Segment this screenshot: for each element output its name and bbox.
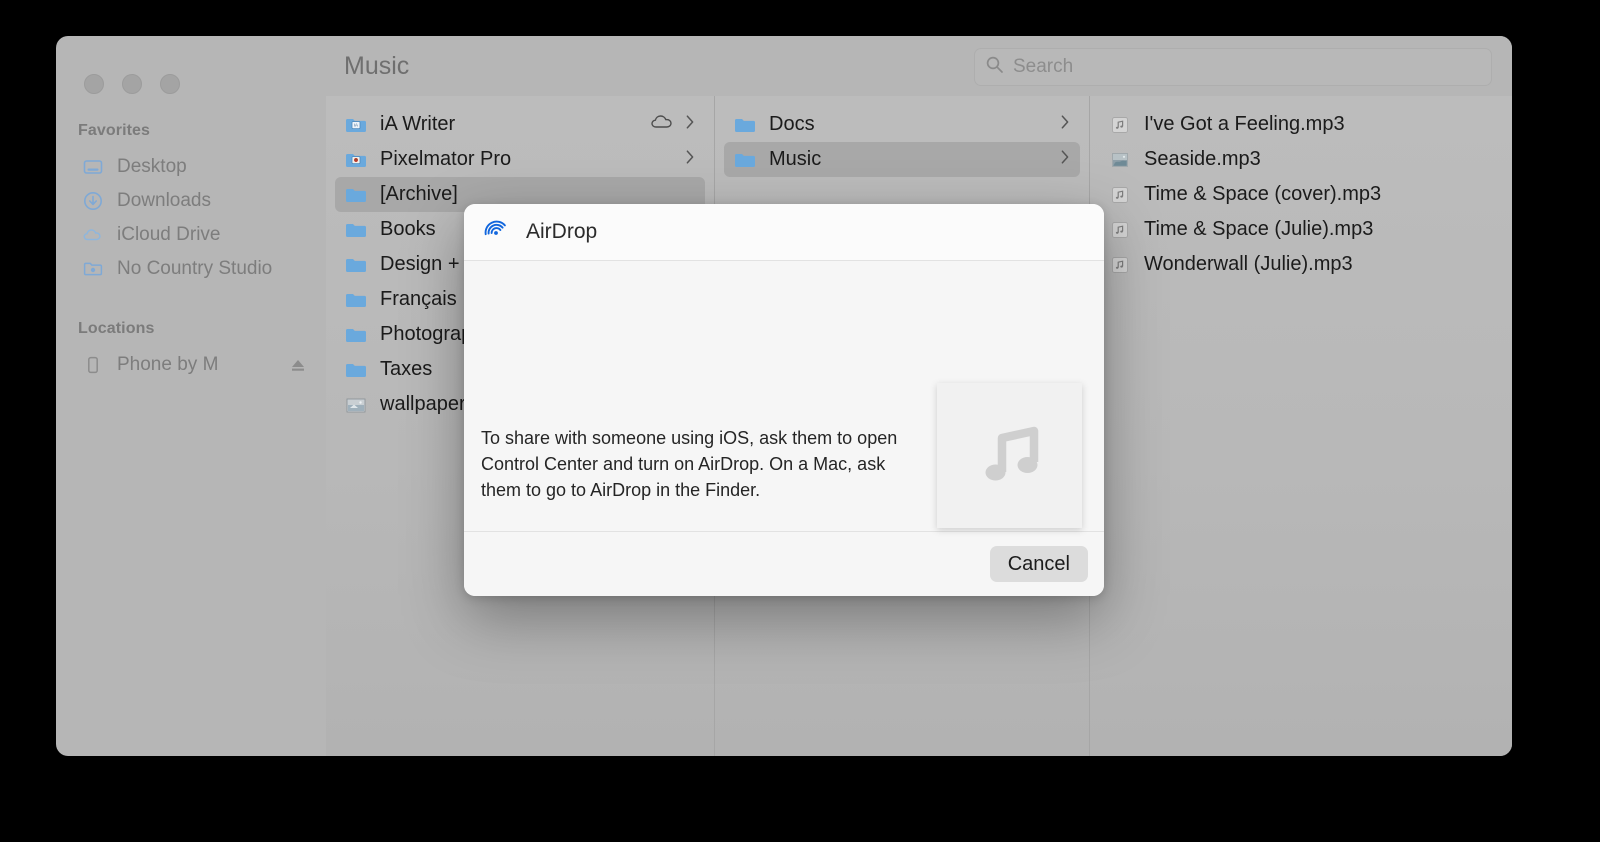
list-item-label: Wonderwall (Julie).mp3: [1144, 253, 1353, 275]
list-item[interactable]: Time & Space (cover).mp3: [1099, 177, 1503, 212]
svg-text:iA: iA: [354, 122, 358, 127]
list-item[interactable]: I've Got a Feeling.mp3: [1099, 107, 1503, 142]
list-item-label: iA Writer: [380, 113, 456, 135]
sidebar-section-favorites: Favorites Desktop Downloads iCloud Drive: [56, 122, 326, 286]
sidebar-item-phone-by-m[interactable]: Phone by M: [56, 348, 326, 382]
sidebar-section-header: Locations: [78, 320, 155, 337]
sidebar-item-label: Downloads: [117, 190, 211, 211]
dialog-message: To share with someone using iOS, ask the…: [481, 428, 898, 500]
folder-icon: [733, 148, 757, 172]
list-item[interactable]: Seaside.mp3: [1099, 142, 1503, 177]
window-controls: [56, 36, 326, 94]
folder-icon: [344, 183, 368, 207]
list-item[interactable]: Music: [724, 142, 1080, 177]
dialog-body: To share with someone using iOS, ask the…: [464, 261, 1104, 531]
chevron-right-icon[interactable]: [685, 148, 695, 171]
airdrop-radar-icon: [482, 218, 510, 246]
search-input[interactable]: Search: [974, 48, 1492, 86]
sidebar-item-no-country-studio[interactable]: No Country Studio: [56, 252, 326, 286]
list-item-label: Seaside.mp3: [1144, 148, 1261, 170]
sidebar-item-label: iCloud Drive: [117, 224, 221, 245]
folder-app-icon: iA: [344, 113, 368, 137]
phone-icon: [82, 354, 104, 376]
image-thumb-icon: [1108, 148, 1132, 172]
list-item[interactable]: Docs: [724, 107, 1080, 142]
music-file-icon: [1108, 113, 1132, 137]
list-item-label: Books: [380, 218, 436, 240]
sidebar-section-locations: Locations Phone by M: [56, 320, 326, 382]
cloud-icon: [650, 113, 674, 136]
chevron-right-icon[interactable]: [685, 113, 695, 136]
toolbar: Music Search: [326, 36, 1512, 96]
column-three: I've Got a Feeling.mp3 Seaside.mp3 Time …: [1089, 96, 1512, 756]
folder-icon: [344, 358, 368, 382]
list-item[interactable]: iA iA Writer: [335, 107, 705, 142]
list-item-label: Taxes: [380, 358, 433, 380]
cloud-icon: [82, 224, 104, 246]
list-item[interactable]: Pixelmator Pro: [335, 142, 705, 177]
image-thumb-icon: [344, 393, 368, 417]
dialog-header: AirDrop: [464, 204, 1104, 261]
page-title: Music: [344, 51, 410, 80]
folder-icon: [344, 218, 368, 242]
folder-app-icon: [344, 148, 368, 172]
list-item-label: Time & Space (Julie).mp3: [1144, 218, 1374, 240]
close-button[interactable]: [84, 74, 104, 94]
list-item-label: Music: [769, 148, 822, 170]
folder-icon: [344, 288, 368, 312]
list-item-label: Pixelmator Pro: [380, 148, 512, 170]
sidebar: Favorites Desktop Downloads iCloud Drive: [56, 36, 326, 756]
music-note-icon: [967, 410, 1053, 501]
file-thumbnail: [937, 383, 1082, 528]
cancel-button[interactable]: Cancel: [989, 546, 1088, 582]
list-item-label: Docs: [769, 113, 815, 135]
chevron-right-icon[interactable]: [1060, 113, 1070, 136]
desktop-icon: [82, 156, 104, 178]
list-item-label: Design +: [380, 253, 460, 275]
folder-icon: [344, 323, 368, 347]
list-item-label: I've Got a Feeling.mp3: [1144, 113, 1345, 135]
music-file-icon: [1108, 218, 1132, 242]
sidebar-section-header: Favorites: [78, 122, 151, 139]
folder-icon: [733, 113, 757, 137]
airdrop-dialog: AirDrop To share with someone using iOS,…: [464, 204, 1104, 596]
music-file-icon: [1108, 253, 1132, 277]
search-icon: [985, 55, 1004, 79]
chevron-right-icon[interactable]: [1060, 148, 1070, 171]
sidebar-item-label: Phone by M: [117, 354, 219, 375]
list-item[interactable]: Wonderwall (Julie).mp3: [1099, 247, 1503, 282]
list-item-label: wallpapers: [380, 393, 476, 415]
sidebar-item-desktop[interactable]: Desktop: [56, 150, 326, 184]
list-item[interactable]: Time & Space (Julie).mp3: [1099, 212, 1503, 247]
sidebar-item-icloud-drive[interactable]: iCloud Drive: [56, 218, 326, 252]
minimize-button[interactable]: [122, 74, 142, 94]
dialog-footer: Cancel: [464, 531, 1104, 596]
downloads-arrow-icon: [82, 190, 104, 212]
dialog-title: AirDrop: [526, 220, 598, 243]
eject-icon[interactable]: [290, 357, 306, 373]
list-item-label: [Archive]: [380, 183, 458, 205]
folder-icon: [344, 253, 368, 277]
sidebar-item-label: Desktop: [117, 156, 187, 177]
folder-badge-icon: [82, 258, 104, 280]
search-placeholder: Search: [1013, 56, 1074, 77]
maximize-button[interactable]: [160, 74, 180, 94]
sidebar-item-downloads[interactable]: Downloads: [56, 184, 326, 218]
sidebar-item-label: No Country Studio: [117, 258, 273, 279]
list-item-label: Time & Space (cover).mp3: [1144, 183, 1382, 205]
music-file-icon: [1108, 183, 1132, 207]
list-item-label: Français: [380, 288, 457, 310]
